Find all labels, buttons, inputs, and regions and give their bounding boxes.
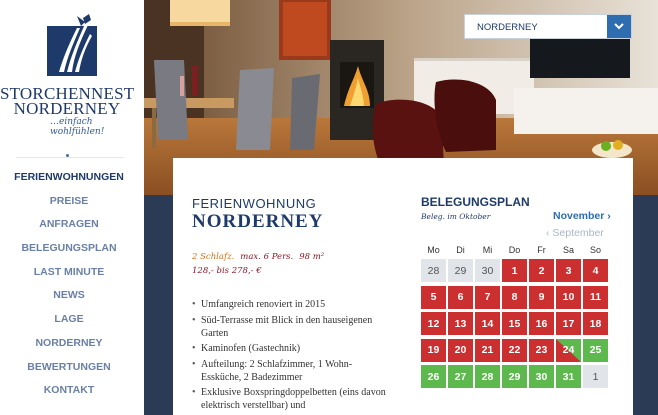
calendar-day[interactable]: 26 [421, 365, 446, 388]
calendar-day[interactable]: 2 [529, 259, 554, 282]
nav-item-preise[interactable]: PREISE [0, 194, 138, 218]
calendar-day[interactable]: 1 [583, 365, 608, 388]
apartment-price: 128,- bis 278,- € [192, 266, 262, 276]
apartment-size: 98 m² [299, 252, 325, 262]
main-nav: FERIENWOHNUNGEN PREISE ANFRAGEN BELEGUNGSPL… [0, 170, 138, 407]
nav-item-news[interactable]: NEWS [0, 288, 138, 312]
dropdown-button[interactable] [607, 15, 631, 38]
prev-month-label: September [552, 227, 604, 239]
calendar-day[interactable]: 20 [448, 338, 473, 362]
sidebar: STORCHENNEST NORDERNEY …einfach wohlfühl… [0, 0, 144, 415]
logo-icon[interactable] [47, 14, 97, 76]
prev-month-link[interactable]: ‹ September [546, 227, 604, 239]
apartment-select-value: NORDERNEY [477, 22, 538, 33]
nav-item-kontakt[interactable]: KONTAKT [0, 383, 138, 407]
calendar-day[interactable]: 12 [421, 312, 446, 335]
weekday-label: Mi [482, 245, 493, 255]
feature-list: Umfangreich renoviert in 2015 Süd-Terrass… [192, 298, 392, 415]
nav-item-norderney[interactable]: NORDERNEY [0, 336, 138, 360]
chevron-right-icon: › [607, 210, 611, 222]
calendar-day[interactable]: 27 [448, 365, 473, 388]
weekday-label: Fr [537, 245, 546, 255]
calendar-day[interactable]: 22 [502, 338, 527, 362]
next-month-link[interactable]: November › [553, 210, 611, 222]
calendar-day[interactable]: 24 [556, 338, 581, 362]
calendar-day[interactable]: 23 [529, 338, 554, 362]
calendar-day[interactable]: 1 [502, 259, 527, 282]
menu-divider [16, 157, 124, 158]
weekday-label: Di [456, 245, 465, 255]
nav-item-bewertungen[interactable]: BEWERTUNGEN [0, 360, 138, 384]
apartment-select[interactable]: NORDERNEY [464, 14, 632, 39]
calendar-day[interactable]: 14 [475, 312, 500, 335]
calendar-day[interactable]: 17 [556, 312, 581, 335]
calendar-title: BELEGUNGSPLAN [421, 195, 530, 209]
calendar-day[interactable]: 3 [556, 259, 581, 282]
weekday-label: Sa [562, 245, 574, 255]
apartment-persons: max. 6 Pers. [240, 252, 294, 262]
calendar-day[interactable]: 21 [475, 338, 500, 362]
calendar-day[interactable]: 31 [556, 365, 581, 388]
feature-item: Aufteilung: 2 Schlafzimmer, 1 Wohn-Esskü… [192, 358, 392, 384]
calendar-day[interactable]: 30 [475, 259, 500, 282]
chevron-left-icon: ‹ [546, 227, 550, 239]
calendar-day[interactable]: 30 [529, 365, 554, 388]
next-month-label: November [553, 210, 605, 222]
calendar-day[interactable]: 11 [583, 285, 608, 309]
calendar-day[interactable]: 18 [583, 312, 608, 335]
calendar-day[interactable]: 9 [529, 285, 554, 309]
calendar-day[interactable]: 28 [421, 259, 446, 282]
calendar-day[interactable]: 19 [421, 338, 446, 362]
calendar-day[interactable]: 10 [556, 285, 581, 309]
calendar-day[interactable]: 7 [475, 285, 500, 309]
feature-item: Kaminofen (Gastechnik) [192, 342, 392, 355]
apartment-type: FERIENWOHNUNG [192, 196, 317, 211]
weekday-label: Do [508, 245, 521, 255]
calendar-day[interactable]: 13 [448, 312, 473, 335]
brand-location: NORDERNEY [13, 99, 121, 118]
calendar-day[interactable]: 29 [448, 259, 473, 282]
calendar-day[interactable]: 6 [448, 285, 473, 309]
calendar-day[interactable]: 28 [475, 365, 500, 388]
feature-item: Exklusive Boxspringdoppelbetten (eins da… [192, 386, 392, 412]
nav-item-ferienwohnungen[interactable]: FERIENWOHNUNGEN [0, 170, 138, 194]
chevron-down-icon [614, 23, 624, 30]
calendar-subtitle: Beleg. im Oktober [421, 212, 491, 221]
calendar-day[interactable]: 29 [502, 365, 527, 388]
apartment-name: NORDERNEY [192, 211, 324, 232]
calendar-day[interactable]: 15 [502, 312, 527, 335]
calendar-day[interactable]: 8 [502, 285, 527, 309]
brand-tagline: …einfach wohlfühlen! [50, 117, 105, 137]
nav-item-lage[interactable]: LAGE [0, 312, 138, 336]
feature-item: Süd-Terrasse mit Blick in den hauseigene… [192, 314, 392, 340]
feature-item: Umfangreich renoviert in 2015 [192, 298, 392, 311]
calendar-day[interactable]: 25 [583, 338, 608, 362]
nav-item-last-minute[interactable]: LAST MINUTE [0, 265, 138, 289]
nav-item-belegungsplan[interactable]: BELEGUNGSPLAN [0, 241, 138, 265]
weekday-label: Mo [427, 245, 440, 255]
nav-item-anfragen[interactable]: ANFRAGEN [0, 217, 138, 241]
calendar-day[interactable]: 16 [529, 312, 554, 335]
apartment-rooms: 2 Schlafz. [192, 252, 235, 262]
calendar-day[interactable]: 4 [583, 259, 608, 282]
weekday-label: So [589, 245, 601, 255]
apartment-meta: 2 Schlafz. max. 6 Pers. 98 m² [192, 252, 324, 262]
calendar-day[interactable]: 5 [421, 285, 446, 309]
